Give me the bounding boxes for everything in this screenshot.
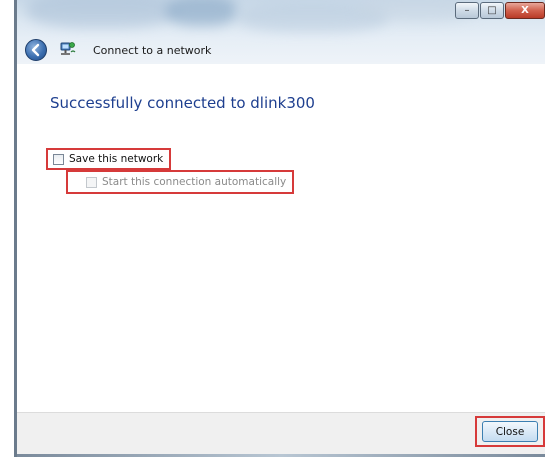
success-heading: Successfully connected to dlink300: [50, 94, 315, 112]
dialog-content: Successfully connected to dlink300 Save …: [17, 64, 545, 412]
minimize-button[interactable]: –: [455, 2, 479, 19]
network-connection-icon: [57, 40, 77, 60]
glass-reflection: [27, 0, 177, 28]
close-window-button[interactable]: X: [505, 2, 545, 19]
auto-start-checkbox: [86, 176, 97, 188]
close-button[interactable]: Close: [482, 421, 538, 442]
save-network-option[interactable]: Save this network: [46, 148, 172, 170]
save-network-label: Save this network: [69, 153, 164, 165]
dialog-footer: Close: [17, 412, 545, 457]
minimize-icon: –: [464, 5, 470, 16]
back-button[interactable]: [25, 39, 47, 61]
close-button-highlight: Close: [475, 416, 545, 447]
window-controls: – □ X: [455, 2, 545, 19]
maximize-icon: □: [487, 5, 497, 16]
save-network-checkbox[interactable]: [53, 153, 64, 165]
title-bar: – □ X Connect to a network: [17, 0, 545, 64]
back-arrow-icon: [31, 43, 40, 57]
window-title: Connect to a network: [93, 43, 212, 57]
maximize-button[interactable]: □: [480, 2, 504, 19]
auto-start-option: Start this connection automatically: [66, 170, 295, 194]
connect-dialog-window: – □ X Connect to a network Successfully …: [14, 0, 545, 457]
glass-reflection: [167, 0, 237, 26]
close-icon: X: [521, 5, 529, 16]
navigation-row: Connect to a network: [25, 38, 211, 62]
auto-start-label: Start this connection automatically: [102, 176, 287, 188]
